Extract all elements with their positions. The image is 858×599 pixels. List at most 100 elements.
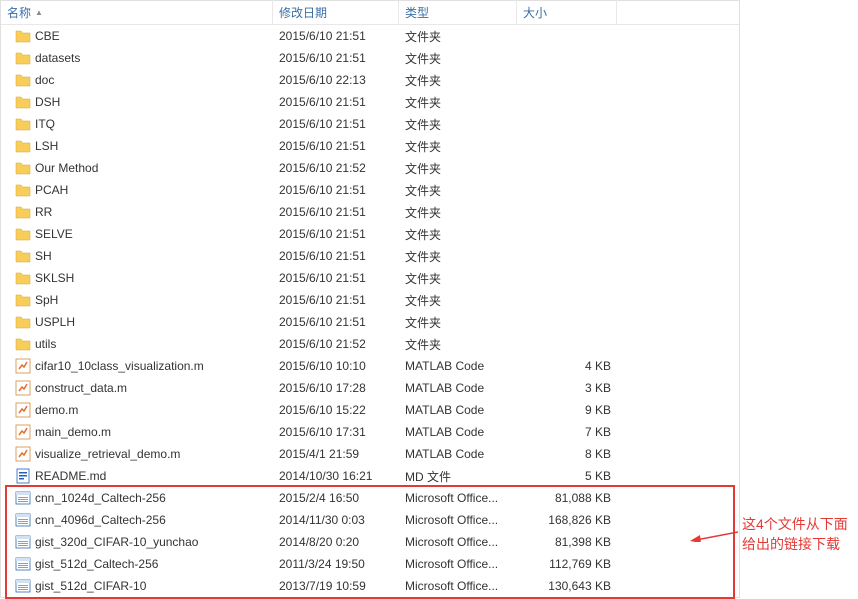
file-row[interactable]: USPLH2015/6/10 21:51文件夹 <box>1 311 739 333</box>
file-rows-container: CBE2015/6/10 21:51文件夹 datasets 2015/6/10 2… <box>1 25 739 597</box>
file-date-cell: 2015/6/10 21:51 <box>273 313 399 331</box>
file-name-text: datasets <box>35 51 80 65</box>
file-size-cell <box>517 210 617 214</box>
file-type-cell: MD 文件 <box>399 466 517 487</box>
file-row[interactable]: visualize_retrieval_demo.m2015/4/1 21:59… <box>1 443 739 465</box>
file-type-cell: MATLAB Code <box>399 401 517 419</box>
office-icon <box>15 490 31 506</box>
file-type-cell: 文件夹 <box>399 334 517 355</box>
file-name-text: gist_512d_Caltech-256 <box>35 557 158 571</box>
file-type-cell: 文件夹 <box>399 26 517 47</box>
file-name-text: cnn_4096d_Caltech-256 <box>35 513 166 527</box>
file-size-cell <box>517 34 617 38</box>
file-row[interactable]: cifar10_10class_visualization.m2015/6/10… <box>1 355 739 377</box>
file-size-cell: 81,088 KB <box>517 489 617 507</box>
file-date-cell: 2014/8/20 0:20 <box>273 533 399 551</box>
file-type-cell: MATLAB Code <box>399 379 517 397</box>
column-header-name[interactable]: 名称 ▲ <box>1 0 273 25</box>
folder-icon <box>15 50 31 66</box>
file-row[interactable]: construct_data.m2015/6/10 17:28MATLAB Co… <box>1 377 739 399</box>
file-row[interactable]: gist_512d_Caltech-2562011/3/24 19:50Micr… <box>1 553 739 575</box>
file-name-cell: PCAH <box>9 180 273 200</box>
file-row[interactable]: doc2015/6/10 22:13文件夹 <box>1 69 739 91</box>
file-type-cell: Microsoft Office... <box>399 489 517 507</box>
file-name-cell: LSH <box>9 136 273 156</box>
office-icon <box>15 512 31 528</box>
file-type-cell: 文件夹 <box>399 312 517 333</box>
file-type-cell: Microsoft Office... <box>399 511 517 529</box>
file-name-text: main_demo.m <box>35 425 111 439</box>
file-type-cell: Microsoft Office... <box>399 533 517 551</box>
file-name-cell: gist_512d_CIFAR-10 <box>9 576 273 596</box>
file-size-cell: 3 KB <box>517 379 617 397</box>
office-icon <box>15 534 31 550</box>
file-size-cell: 4 KB <box>517 357 617 375</box>
file-date-cell: 2015/6/10 21:51 <box>273 49 399 67</box>
file-row[interactable]: SpH2015/6/10 21:51文件夹 <box>1 289 739 311</box>
file-row[interactable]: CBE2015/6/10 21:51文件夹 <box>1 25 739 47</box>
folder-icon <box>15 138 31 154</box>
file-name-text: SpH <box>35 293 58 307</box>
file-type-cell: Microsoft Office... <box>399 577 517 595</box>
file-row[interactable]: utils2015/6/10 21:52文件夹 <box>1 333 739 355</box>
file-date-cell: 2015/6/10 15:22 <box>273 401 399 419</box>
file-row[interactable]: DSH2015/6/10 21:51文件夹 <box>1 91 739 113</box>
file-size-cell <box>517 166 617 170</box>
column-header-size[interactable]: 大小 <box>517 0 617 25</box>
folder-icon <box>15 116 31 132</box>
file-row[interactable]: PCAH2015/6/10 21:51文件夹 <box>1 179 739 201</box>
file-date-cell: 2015/6/10 22:13 <box>273 71 399 89</box>
file-size-cell <box>517 78 617 82</box>
file-type-cell: 文件夹 <box>399 92 517 113</box>
annotation-text: 这4个文件从下面 给出的链接下载 <box>742 515 848 554</box>
file-name-cell: USPLH <box>9 312 273 332</box>
file-row[interactable]: SKLSH2015/6/10 21:51文件夹 <box>1 267 739 289</box>
file-type-cell: 文件夹 <box>399 180 517 201</box>
file-row[interactable]: README.md2014/10/30 16:21MD 文件5 KB <box>1 465 739 487</box>
column-header-modified[interactable]: 修改日期 <box>273 0 399 25</box>
file-date-cell: 2015/6/10 21:52 <box>273 159 399 177</box>
office-icon <box>15 556 31 572</box>
file-size-cell: 112,769 KB <box>517 555 617 573</box>
file-size-cell <box>517 232 617 236</box>
file-row[interactable]: RR2015/6/10 21:51文件夹 <box>1 201 739 223</box>
column-header-type[interactable]: 类型 <box>399 0 517 25</box>
file-name-text: PCAH <box>35 183 68 197</box>
file-name-text: construct_data.m <box>35 381 127 395</box>
file-name-text: RR <box>35 205 52 219</box>
file-explorer-list: 名称 ▲ 修改日期 类型 大小 CBE2015/6/10 21:51文件夹 dat… <box>0 0 740 598</box>
file-name-cell: datasets <box>9 48 273 68</box>
file-row[interactable]: ITQ2015/6/10 21:51文件夹 <box>1 113 739 135</box>
file-size-cell: 9 KB <box>517 401 617 419</box>
file-row[interactable]: main_demo.m2015/6/10 17:31MATLAB Code7 K… <box>1 421 739 443</box>
file-name-cell: construct_data.m <box>9 378 273 398</box>
file-row[interactable]: cnn_1024d_Caltech-2562015/2/4 16:50Micro… <box>1 487 739 509</box>
file-row[interactable]: datasets2015/6/10 21:51文件夹 <box>1 47 739 69</box>
matlab-icon <box>15 358 31 374</box>
file-name-text: gist_512d_CIFAR-10 <box>35 579 146 593</box>
file-row[interactable]: Our Method2015/6/10 21:52文件夹 <box>1 157 739 179</box>
header-modified-label: 修改日期 <box>279 4 327 21</box>
file-row[interactable]: SH2015/6/10 21:51文件夹 <box>1 245 739 267</box>
header-name-label: 名称 <box>7 4 31 21</box>
file-type-cell: 文件夹 <box>399 268 517 289</box>
file-row[interactable]: LSH2015/6/10 21:51文件夹 <box>1 135 739 157</box>
file-name-cell: DSH <box>9 92 273 112</box>
file-row[interactable]: demo.m2015/6/10 15:22MATLAB Code9 KB <box>1 399 739 421</box>
file-size-cell: 81,398 KB <box>517 533 617 551</box>
file-date-cell: 2015/6/10 21:51 <box>273 137 399 155</box>
file-row[interactable]: SELVE2015/6/10 21:51文件夹 <box>1 223 739 245</box>
file-name-cell: demo.m <box>9 400 273 420</box>
annotation-line1: 这4个文件从下面 <box>742 515 848 535</box>
file-row[interactable]: gist_320d_CIFAR-10_yunchao2014/8/20 0:20… <box>1 531 739 553</box>
file-date-cell: 2015/6/10 21:51 <box>273 225 399 243</box>
file-size-cell <box>517 56 617 60</box>
file-type-cell: 文件夹 <box>399 136 517 157</box>
file-row[interactable]: gist_512d_CIFAR-102013/7/19 10:59Microso… <box>1 575 739 597</box>
file-row[interactable]: cnn_4096d_Caltech-2562014/11/30 0:03Micr… <box>1 509 739 531</box>
folder-icon <box>15 160 31 176</box>
file-name-cell: ITQ <box>9 114 273 134</box>
file-date-cell: 2011/3/24 19:50 <box>273 555 399 573</box>
file-size-cell <box>517 320 617 324</box>
file-type-cell: 文件夹 <box>399 114 517 135</box>
